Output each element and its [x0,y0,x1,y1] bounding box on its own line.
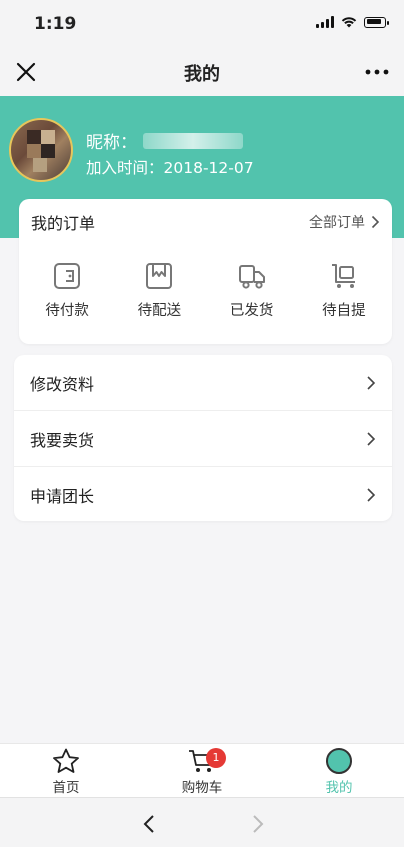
back-arrow-icon[interactable] [140,813,160,835]
wallet-icon [54,263,81,289]
status-icons [316,16,389,28]
order-status-list: 待付款 待配送 已发货 待自提 [19,261,392,320]
menu-item-label: 我要卖货 [30,430,95,450]
truck-icon [238,265,265,289]
wifi-icon [341,17,357,28]
avatar-icon [326,748,352,774]
join-date-value: 2018-12-07 [163,159,254,177]
menu-item-label: 修改资料 [30,374,95,394]
chevron-right-icon [367,487,376,502]
package-icon [146,263,173,289]
browser-toolbar [0,797,404,847]
order-item-label: 待付款 [45,303,89,319]
tab-bar: 首页 1 购物车 我的 [0,743,404,797]
star-icon [53,748,79,773]
status-time: 1:19 [34,14,77,34]
cart-pickup-icon [331,264,355,288]
all-orders-link[interactable]: 全部订单 [309,212,380,232]
join-date: 加入时间：2018-12-07 [86,156,254,178]
signal-icon [316,16,334,28]
chevron-right-icon [371,215,380,229]
cart-badge: 1 [206,748,226,768]
more-icon[interactable] [364,60,390,84]
menu-item-label: 申请团长 [30,486,95,506]
menu-apply-leader[interactable]: 申请团长 [14,467,392,522]
tab-label: 购物车 [181,780,223,796]
page-title: 我的 [184,64,220,85]
order-item-label: 待自提 [322,303,366,319]
tab-label: 我的 [325,780,353,796]
chevron-right-icon [367,375,376,390]
tab-mine[interactable]: 我的 [294,748,384,796]
all-orders-label: 全部订单 [309,215,365,231]
avatar[interactable] [9,118,73,182]
orders-card: 我的订单 全部订单 待付款 待配送 已发货 待自提 [19,199,392,344]
join-label: 加入时间： [86,159,164,177]
nickname: 昵称： [86,128,243,153]
nickname-label: 昵称： [86,133,137,153]
orders-header: 我的订单 全部订单 [31,211,380,233]
order-item-label: 待配送 [137,303,182,319]
tab-cart[interactable]: 1 购物车 [157,748,247,796]
order-shipped[interactable]: 已发货 [212,261,292,320]
tab-label: 首页 [52,780,80,796]
tab-home[interactable]: 首页 [21,748,111,796]
order-item-label: 已发货 [229,303,274,319]
order-pending-payment[interactable]: 待付款 [27,261,107,320]
status-bar: 1:19 [0,0,404,48]
chevron-right-icon [367,431,376,446]
orders-title: 我的订单 [31,214,96,233]
menu-sell-goods[interactable]: 我要卖货 [14,411,392,466]
battery-icon [364,16,389,28]
menu-card: 修改资料 我要卖货 申请团长 [14,355,392,521]
nickname-blurred [143,132,243,149]
order-pending-delivery[interactable]: 待配送 [119,261,199,320]
nav-bar: 我的 [0,48,404,96]
order-pickup[interactable]: 待自提 [304,261,384,320]
menu-edit-profile[interactable]: 修改资料 [14,355,392,410]
forward-arrow-icon[interactable] [247,813,267,835]
